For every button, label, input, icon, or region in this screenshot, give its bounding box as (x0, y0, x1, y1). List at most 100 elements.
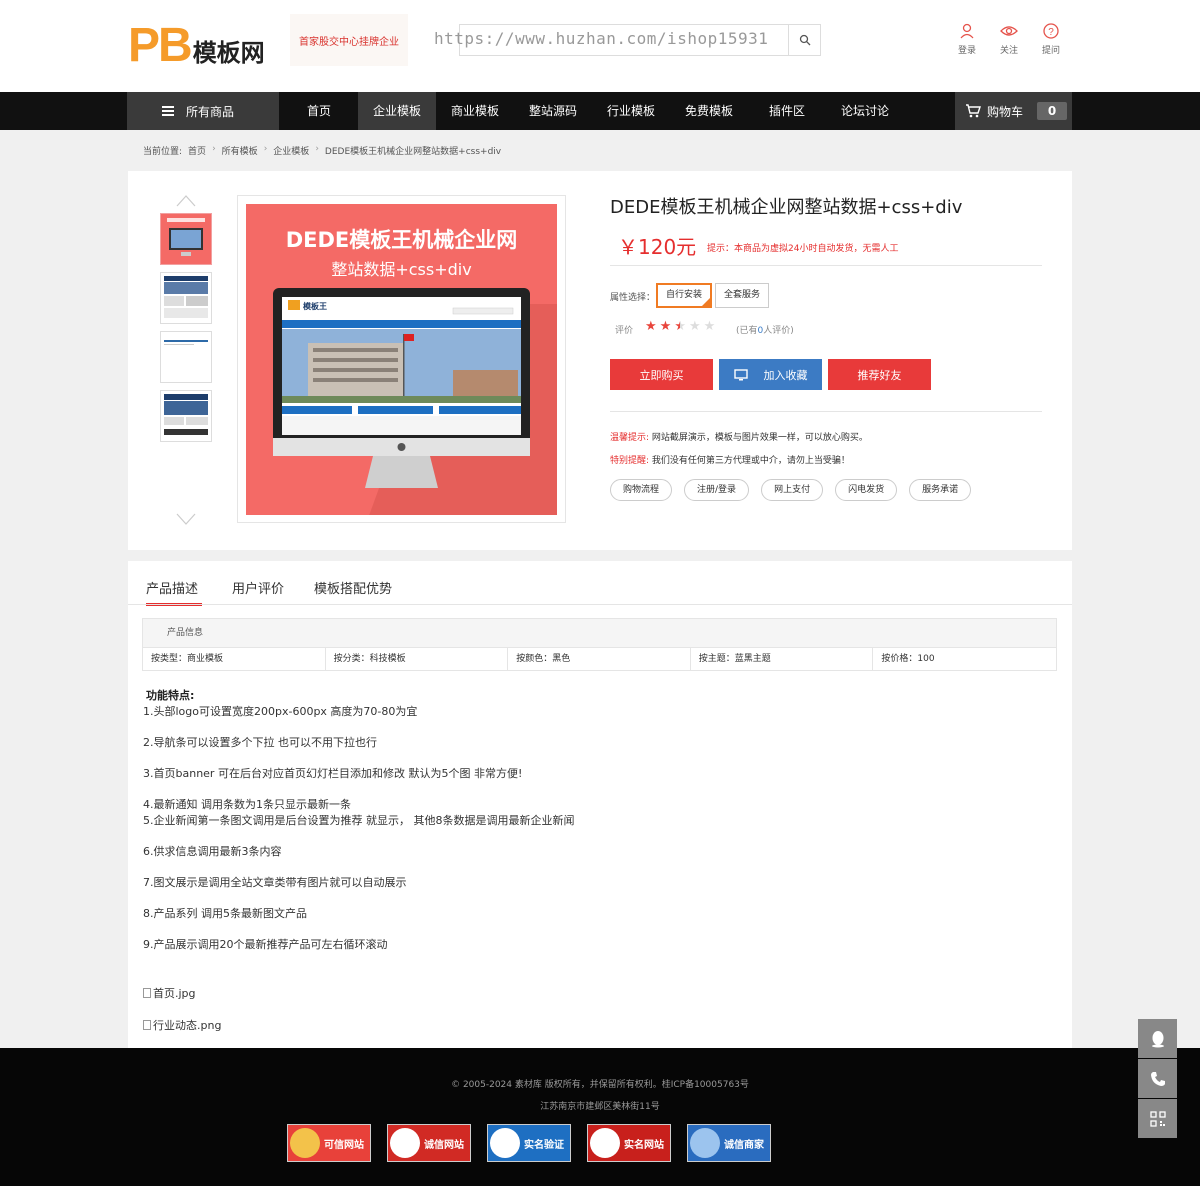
tip-warm-text: 网站截屏演示，模板与图片效果一样，可以放心购买。 (651, 433, 868, 443)
svg-text:?: ? (1048, 27, 1054, 38)
image-alt-text: 首页.jpg (153, 987, 196, 1000)
service-tag-payment[interactable]: 网上支付 (761, 479, 824, 501)
search-icon (799, 34, 810, 46)
cart-button[interactable]: 购物车 0 (955, 92, 1072, 130)
breadcrumb-enterprise[interactable]: 企业模板 (273, 144, 309, 157)
badge-label: 可信网站 (324, 1139, 364, 1151)
top-links: 登录 关注 ? 提问 (956, 22, 1062, 56)
broken-image-icon (143, 1020, 151, 1030)
image-alt-text: 行业动态.png (153, 1019, 222, 1032)
badge-realname-verify[interactable]: 实名验证 (487, 1124, 571, 1162)
search-box (459, 24, 821, 56)
tab-advantages[interactable]: 模板搭配优势 (314, 578, 392, 606)
cart-count: 0 (1037, 102, 1068, 120)
buy-now-button[interactable]: 立即购买 (610, 359, 713, 390)
nav-item-free[interactable]: 免费模板 (670, 92, 748, 130)
review-count[interactable]: (已有0人评价) (736, 323, 794, 336)
user-icon (958, 22, 976, 40)
tip-warm: 温馨提示: 网站截屏演示，模板与图片效果一样，可以放心购买。 (610, 430, 868, 443)
option-self-install[interactable]: 自行安装 (656, 283, 713, 308)
qq-button[interactable] (1138, 1019, 1177, 1058)
description-panel: 产品描述 用户评价 模板搭配优势 产品信息 按类型：商业模板 按分类：科技模板 … (128, 561, 1072, 1049)
nav-item-plugins[interactable]: 插件区 (748, 92, 826, 130)
tab-bar: 产品描述 用户评价 模板搭配优势 (146, 578, 392, 606)
site-logo[interactable]: PB 模板网 (128, 22, 265, 70)
features-title: 功能特点: (146, 689, 195, 702)
service-tag-register[interactable]: 注册/登录 (684, 479, 750, 501)
info-color: 按颜色：黑色 (508, 648, 691, 670)
badge-icon (490, 1128, 520, 1158)
monitor-icon (733, 368, 748, 380)
info-price: 按价格：100 (881, 654, 935, 664)
broken-image-homepage: 首页.jpg (143, 985, 196, 1001)
nav-item-business[interactable]: 商业模板 (436, 92, 514, 130)
ask-link[interactable]: ? 提问 (1040, 22, 1062, 56)
phone-button[interactable] (1138, 1059, 1177, 1098)
product-price: ￥120元 (618, 235, 697, 259)
favorite-label: 加入收藏 (763, 368, 808, 382)
badge-integrity-site[interactable]: 诚信网站 (387, 1124, 471, 1162)
qrcode-icon (1149, 1110, 1166, 1127)
nav-item-industry[interactable]: 行业模板 (592, 92, 670, 130)
badge-label: 诚信商家 (724, 1139, 764, 1151)
rating-label: 评价 (615, 326, 634, 336)
footer: © 2005-2024 素材库 版权所有，并保留所有权利。桂ICP备100057… (0, 1048, 1200, 1186)
feature-item: 2.导航条可以设置多个下拉 也可以不用下拉也行 (143, 736, 377, 749)
follow-link[interactable]: 关注 (998, 22, 1020, 56)
service-tag-process[interactable]: 购物流程 (610, 479, 673, 501)
feature-item: 7.图文展示是调用全站文章类带有图片就可以自动展示 (143, 876, 407, 889)
nav-item-enterprise[interactable]: 企业模板 (358, 92, 436, 130)
feature-item: 3.首页banner 可在后台对应首页幻灯栏目添加和修改 默认为5个图 非常方便… (143, 767, 523, 780)
tab-description[interactable]: 产品描述 (146, 578, 203, 606)
breadcrumb-home[interactable]: 首页 (188, 144, 206, 157)
tab-reviews[interactable]: 用户评价 (232, 578, 284, 606)
add-favorite-button[interactable]: 加入收藏 (719, 359, 822, 390)
search-button[interactable] (788, 25, 820, 55)
divider (610, 265, 1042, 266)
breadcrumb-all-templates[interactable]: 所有模板 (222, 144, 258, 157)
badge-realname-site[interactable]: 实名网站 (587, 1124, 671, 1162)
badge-icon (690, 1128, 720, 1158)
menu-icon (162, 106, 174, 116)
logo-pb: PB (128, 19, 193, 72)
chevron-down-icon[interactable] (176, 513, 196, 527)
broken-image-icon (143, 988, 151, 998)
service-tag-promise[interactable]: 服务承诺 (909, 479, 972, 501)
question-icon: ? (1042, 22, 1060, 40)
recommend-button[interactable]: 推荐好友 (828, 359, 931, 390)
star-icon: ★ (645, 319, 657, 334)
broken-image-news: 行业动态.png (143, 1017, 221, 1033)
thumbnail[interactable] (160, 213, 212, 265)
qrcode-button[interactable] (1138, 1099, 1177, 1138)
search-input[interactable] (460, 25, 788, 55)
star-icon: ★ (688, 319, 701, 334)
all-categories-button[interactable]: 所有商品 (127, 92, 279, 130)
thumbnail[interactable] (160, 331, 212, 383)
thumbnail[interactable] (160, 390, 212, 442)
product-title: DEDE模板王机械企业网整站数据+css+div (610, 197, 963, 218)
product-main-image[interactable]: DEDE模板王机械企业网 整站数据+css+div 模板王 (237, 195, 566, 523)
badge-integrity-merchant[interactable]: 诚信商家 (687, 1124, 771, 1162)
service-tag-delivery[interactable]: 闪电发货 (835, 479, 898, 501)
chevron-up-icon[interactable] (176, 193, 196, 207)
badge-label: 实名网站 (624, 1139, 664, 1151)
product-panel: DEDE模板王机械企业网 整站数据+css+div 模板王 DEDE模板王机械企… (128, 171, 1072, 550)
star-icon: ★ (659, 319, 672, 334)
nav-item-home[interactable]: 首页 (280, 92, 358, 130)
thumbnail-list (160, 213, 212, 449)
star-icon: ★ (703, 319, 716, 334)
promo-banner[interactable]: 首家股交中心挂牌企业 (290, 14, 408, 66)
feature-item: 6.供求信息调用最新3条内容 (143, 845, 282, 858)
login-link[interactable]: 登录 (956, 22, 978, 56)
option-full-service[interactable]: 全套服务 (715, 283, 770, 308)
feature-item: 1.头部logo可设置宽度200px-600px 高度为70-80为宜 (143, 705, 418, 718)
badge-trusted-site[interactable]: 可信网站 (287, 1124, 371, 1162)
image-title: DEDE模板王机械企业网 (285, 228, 518, 252)
product-image-canvas: DEDE模板王机械企业网 整站数据+css+div 模板王 (246, 204, 557, 515)
nav-item-source[interactable]: 整站源码 (514, 92, 592, 130)
tip-special-key: 特别提醒: (610, 456, 650, 466)
nav-item-forum[interactable]: 论坛讨论 (826, 92, 904, 130)
badge-label: 实名验证 (524, 1139, 564, 1151)
thumbnail[interactable] (160, 272, 212, 324)
phone-icon (1150, 1071, 1165, 1086)
